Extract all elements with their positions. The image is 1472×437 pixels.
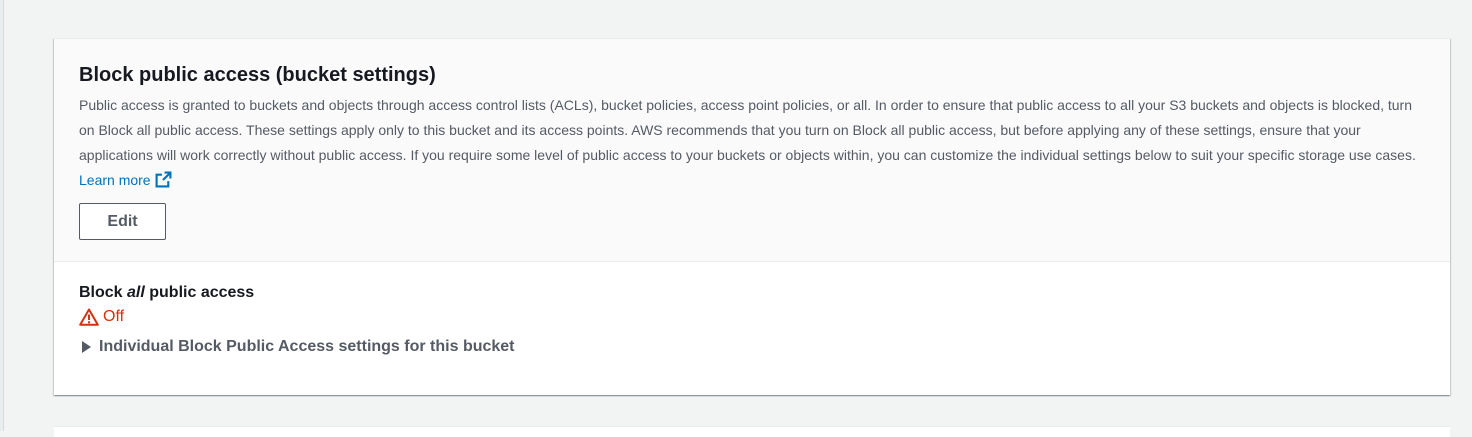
block-public-access-panel: Block public access (bucket settings) Pu… [54, 38, 1450, 395]
external-link-icon [155, 171, 172, 188]
description-text: Public access is granted to buckets and … [79, 97, 1416, 163]
edit-button[interactable]: Edit [79, 203, 166, 240]
learn-more-link[interactable]: Learn more [79, 171, 172, 188]
block-all-public-access-label: Block all public access [79, 282, 1424, 304]
learn-more-label: Learn more [79, 172, 151, 188]
left-border [0, 0, 4, 431]
panel-description: Public access is granted to buckets and … [79, 93, 1424, 193]
label-suffix: public access [144, 284, 255, 301]
warning-icon [79, 308, 99, 326]
label-emphasis: all [127, 284, 145, 301]
individual-settings-expander[interactable]: Individual Block Public Access settings … [79, 336, 1424, 358]
label-prefix: Block [79, 284, 128, 301]
status-text: Off [103, 308, 125, 325]
panel-body: Block all public access Off Individual B… [54, 262, 1450, 378]
caret-right-icon [82, 341, 91, 353]
expander-label: Individual Block Public Access settings … [99, 338, 515, 355]
panel-title: Block public access (bucket settings) [79, 64, 436, 86]
panel-header: Block public access (bucket settings) Pu… [54, 39, 1450, 262]
status-indicator: Off [79, 306, 1424, 328]
next-panel-edge [54, 426, 1450, 437]
